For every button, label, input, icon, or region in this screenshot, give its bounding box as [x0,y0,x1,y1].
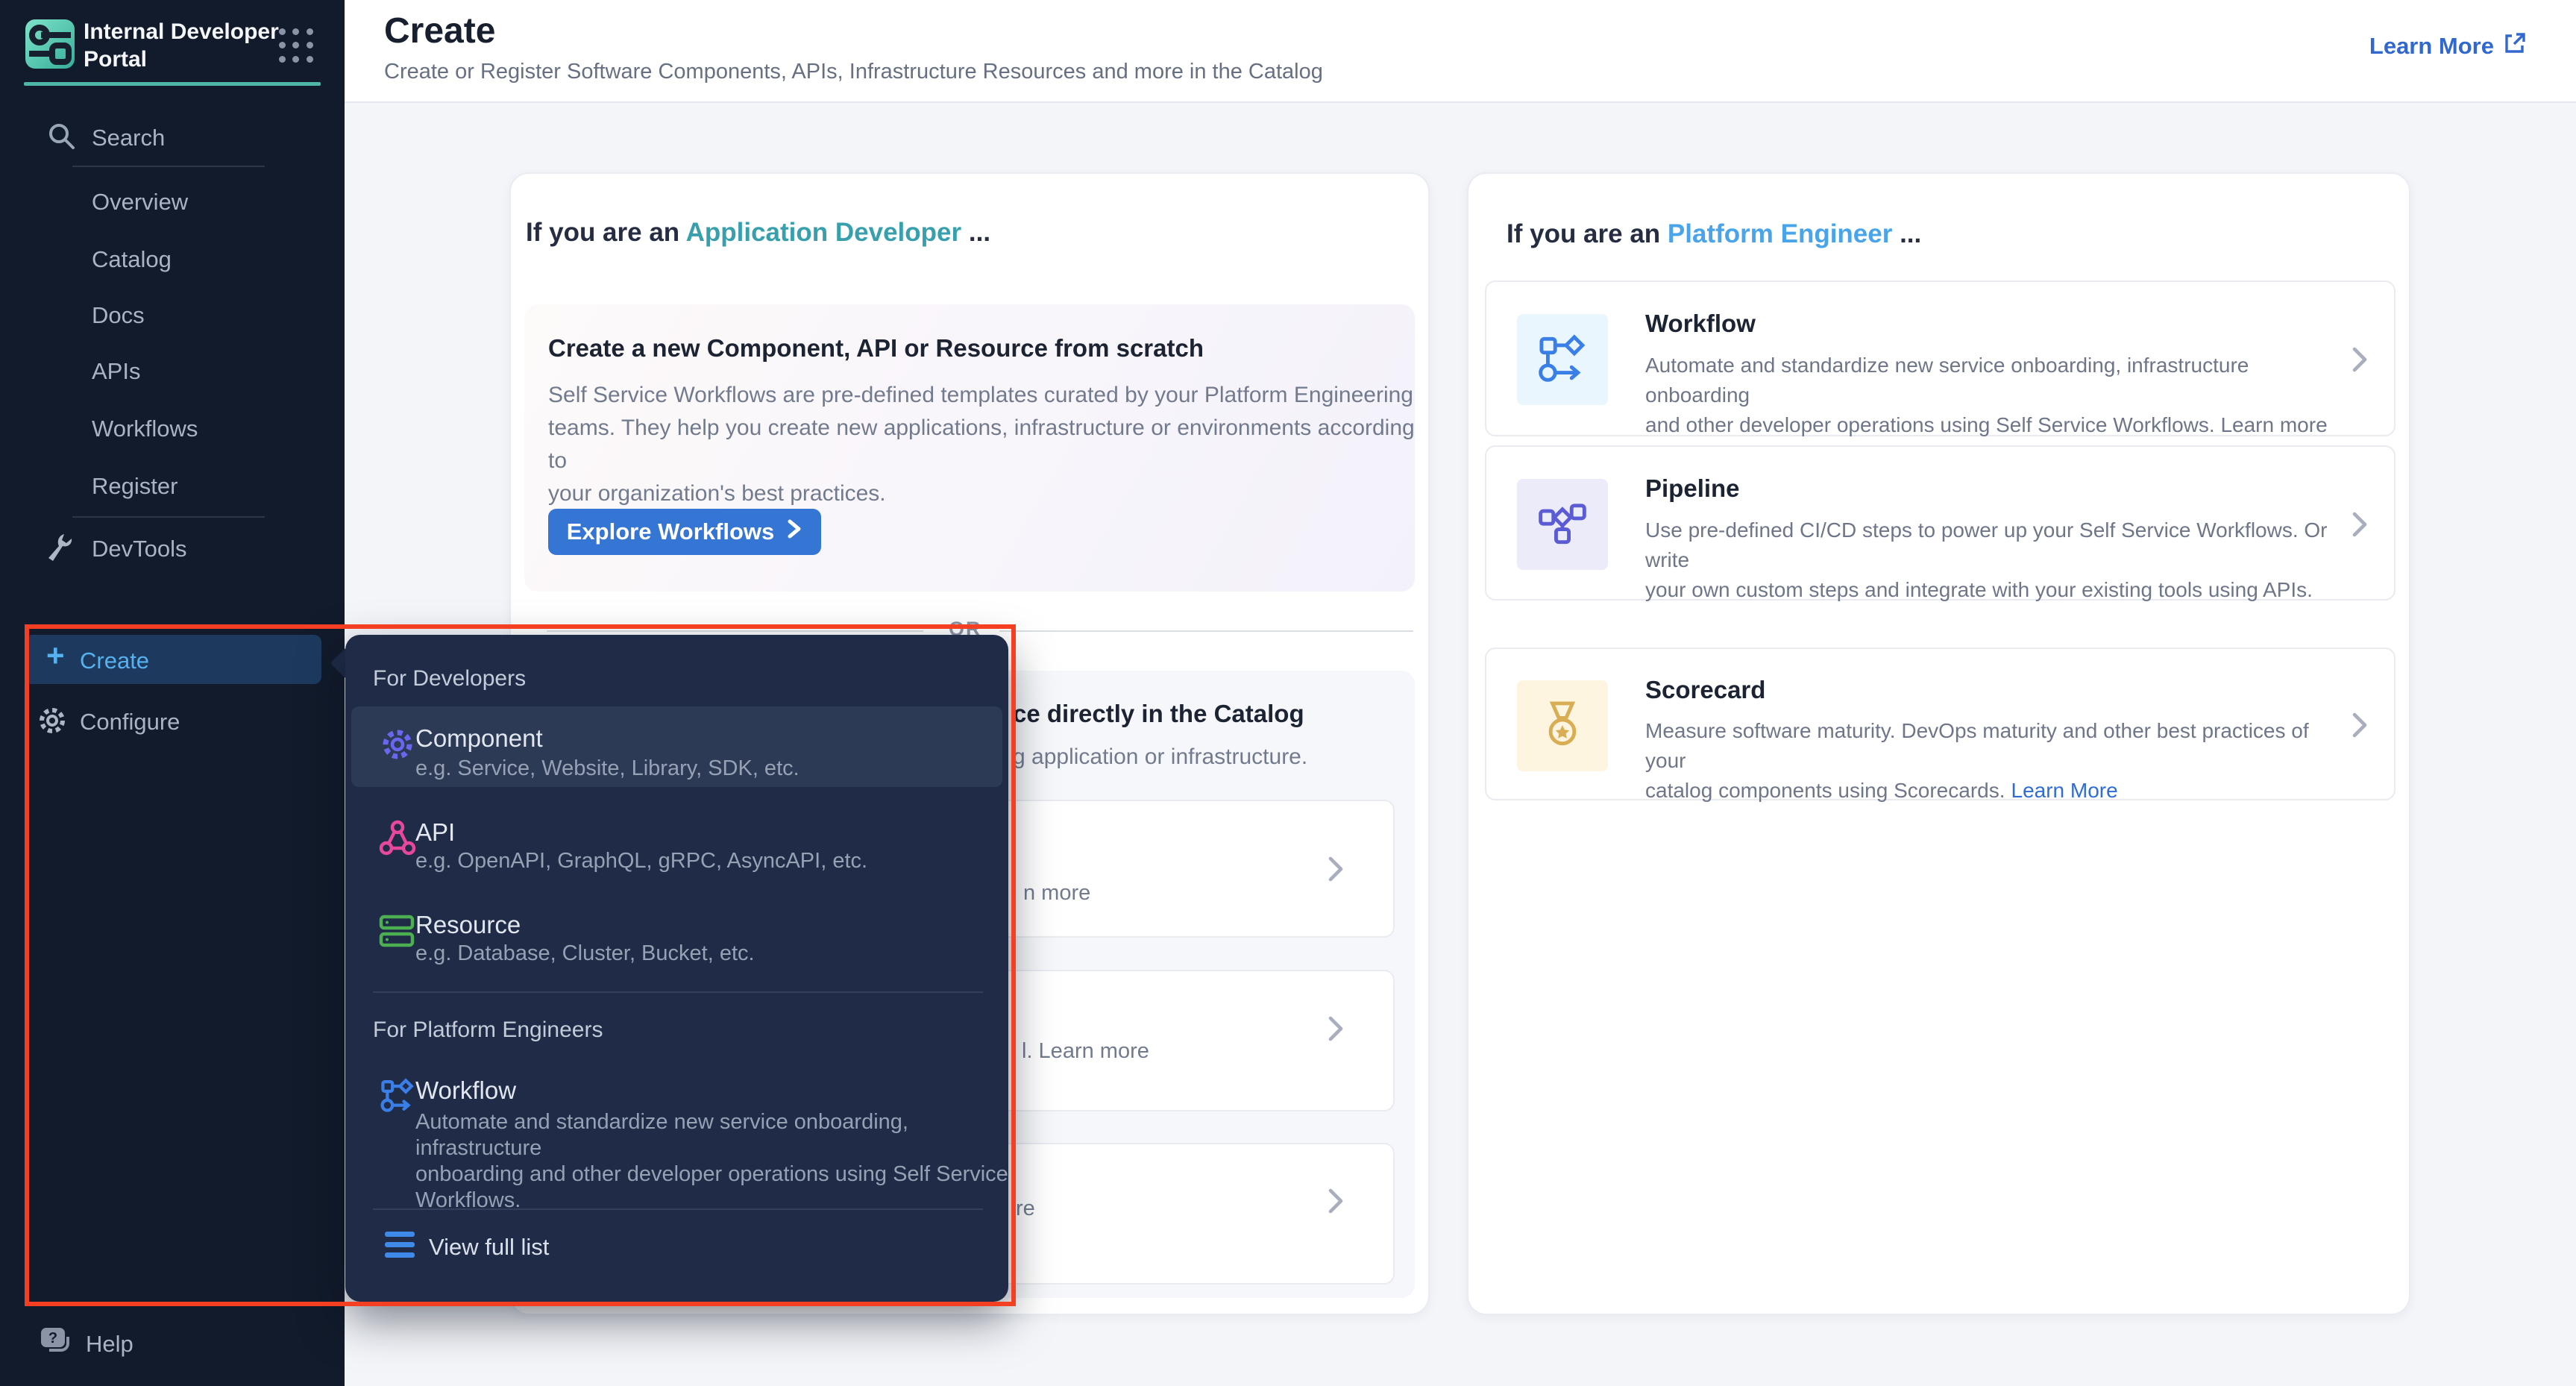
scorecard-desc-text: Measure software maturity. DevOps maturi… [1645,719,2309,802]
menu-item-api-title[interactable]: API [415,818,455,847]
menu-divider [373,991,983,993]
sidebar-item-overview[interactable]: Overview [92,189,188,216]
menu-item-resource-title[interactable]: Resource [415,911,521,939]
heading-suffix: ... [1892,219,1921,248]
scratch-panel-title: Create a new Component, API or Resource … [548,334,1204,363]
menu-item-workflow-title[interactable]: Workflow [415,1076,516,1105]
platform-engineer-card: If you are an Platform Engineer ... Work… [1467,172,2410,1315]
sidebar-divider [72,516,265,518]
page-subtitle: Create or Register Software Components, … [384,60,1323,84]
heading-prefix: If you are an [1507,219,1668,248]
app-window: Internal Developer Portal Search Overvie… [0,0,2576,1386]
gear-icon [36,704,69,741]
learn-more-link[interactable]: Learn More [2369,31,2527,61]
chevron-right-icon [2350,709,2369,745]
sidebar: Internal Developer Portal Search Overvie… [0,0,345,1386]
sidebar-item-workflows[interactable]: Workflows [92,416,198,442]
catalog-heading-fragment: ce directly in the Catalog [1013,700,1304,728]
app-switcher-icon[interactable] [279,28,315,64]
catalog-row-fragment: re [1016,1197,1035,1221]
api-icon [379,820,416,861]
heading-suffix: ... [961,218,990,247]
explore-workflows-button[interactable]: Explore Workflows [548,509,821,555]
view-full-list-link[interactable]: View full list [429,1234,549,1261]
sidebar-item-help[interactable]: Help [86,1331,133,1358]
heading-prefix: If you are an [526,218,686,247]
chevron-right-icon [1326,1185,1345,1221]
sidebar-item-apis[interactable]: APIs [92,358,140,385]
workflow-row[interactable]: Workflow Automate and standardize new se… [1485,280,2396,436]
menu-item-component-desc: e.g. Service, Website, Library, SDK, etc… [415,756,799,782]
pipeline-desc: Use pre-defined CI/CD steps to power up … [1645,515,2343,605]
scorecard-title: Scorecard [1645,676,1765,704]
chevron-right-icon [786,518,802,546]
pipeline-icon-tile [1517,479,1608,570]
or-divider-left [547,630,923,632]
pipeline-title: Pipeline [1645,474,1740,503]
scorecard-desc: Measure software maturity. DevOps maturi… [1645,716,2343,806]
menu-section-for-developers: For Developers [373,666,526,692]
workflow-icon [380,1078,415,1116]
explore-workflows-label: Explore Workflows [567,518,775,545]
pipeline-row[interactable]: Pipeline Use pre-defined CI/CD steps to … [1485,445,2396,601]
learn-more-label: Learn More [2369,33,2494,60]
chevron-right-icon [1326,1012,1345,1049]
page-title: Create [384,10,495,51]
svg-text:?: ? [48,1330,57,1346]
platform-engineer-heading: If you are an Platform Engineer ... [1507,219,1921,249]
sidebar-item-catalog[interactable]: Catalog [92,246,172,273]
sidebar-item-search[interactable]: Search [92,125,165,151]
create-flyout-menu: For Developers Component e.g. Service, W… [345,635,1008,1302]
chevron-right-icon [2350,508,2369,545]
menu-item-resource-desc: e.g. Database, Cluster, Bucket, etc. [415,941,755,967]
scorecard-row[interactable]: Scorecard Measure software maturity. Dev… [1485,647,2396,800]
sidebar-item-devtools[interactable]: DevTools [92,536,187,562]
app-title: Internal Developer Portal [84,18,307,73]
scorecard-icon-tile [1517,680,1608,771]
catalog-row-fragment: n more [1023,881,1090,906]
list-icon [385,1232,415,1258]
search-icon [46,121,78,156]
sidebar-item-register[interactable]: Register [92,473,178,500]
scorecard-learn-more-link[interactable]: Learn More [2011,779,2118,802]
resource-icon [379,912,416,953]
chevron-right-icon [1326,853,1345,889]
sidebar-item-configure[interactable]: Configure [80,709,180,736]
component-gear-icon [379,726,416,767]
create-from-scratch-panel: Create a new Component, API or Resource … [524,304,1415,592]
plus-icon: + [46,640,65,671]
heading-accent: Platform Engineer [1668,219,1892,248]
menu-divider [373,1208,983,1210]
or-divider-right [999,630,1413,632]
sidebar-divider [72,166,265,167]
page-header: Create Create or Register Software Compo… [345,0,2576,103]
heading-accent: Application Developer [686,218,962,247]
chevron-right-icon [2350,343,2369,380]
catalog-subtitle-fragment: g application or infrastructure. [1013,744,1307,770]
menu-item-workflow-desc: Automate and standardize new service onb… [415,1109,1008,1214]
sidebar-item-create[interactable]: Create [80,647,149,674]
help-icon: ? [39,1325,75,1364]
app-logo-icon [25,19,75,69]
catalog-row-fragment: l. Learn more [1022,1039,1149,1064]
workflow-icon-tile [1517,314,1608,405]
workflow-icon [1538,333,1587,386]
menu-item-component-title[interactable]: Component [415,724,543,753]
application-developer-heading: If you are an Application Developer ... [526,218,990,248]
medal-icon [1538,700,1587,753]
external-link-icon [2503,31,2527,61]
sidebar-item-create-highlight[interactable] [25,635,321,684]
workflow-title: Workflow [1645,310,1756,338]
wrench-icon [43,531,78,569]
pipeline-icon [1538,498,1587,551]
menu-section-for-platform-engineers: For Platform Engineers [373,1017,603,1043]
workflow-desc: Automate and standardize new service onb… [1645,351,2343,440]
sidebar-item-docs[interactable]: Docs [92,302,145,329]
scratch-panel-body: Self Service Workflows are pre-defined t… [548,379,1415,510]
menu-item-api-desc: e.g. OpenAPI, GraphQL, gRPC, AsyncAPI, e… [415,848,867,874]
sidebar-divider-accent [24,82,321,86]
